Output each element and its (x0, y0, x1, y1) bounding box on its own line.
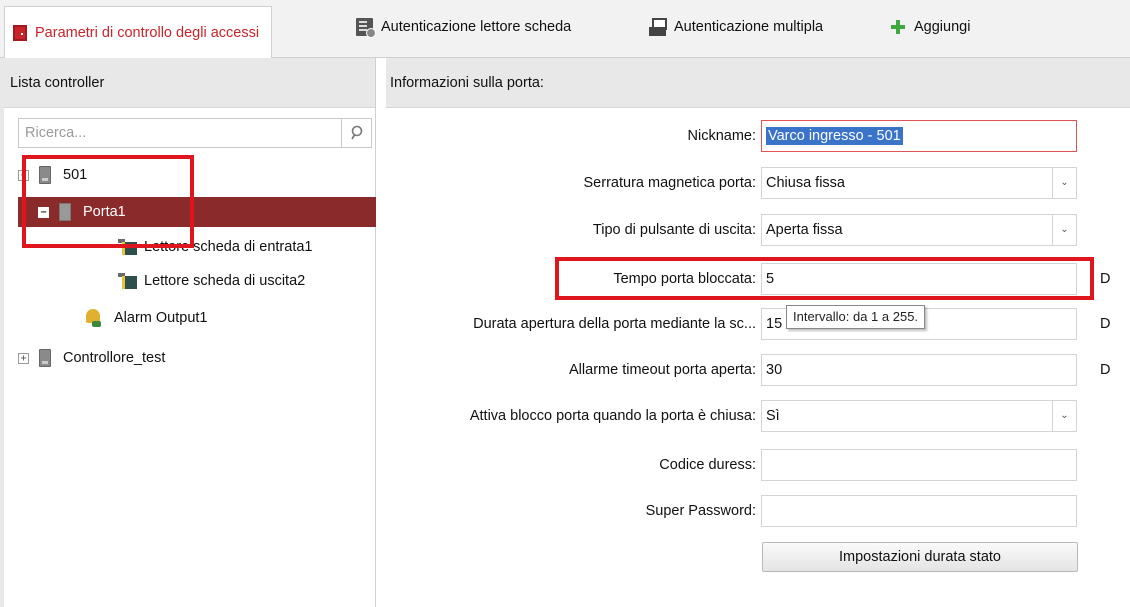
lock-on-close-row: Attiva blocco porta quando la porta è ch… (386, 400, 1130, 432)
expand-icon[interactable]: + (18, 352, 29, 364)
field-value: Varco ingresso - 501 (766, 127, 903, 145)
tab-label: Autenticazione multipla (674, 19, 824, 35)
open-timeout-alarm-field[interactable]: 30 (761, 354, 1077, 386)
tree-node-501[interactable]: − 501 (18, 160, 376, 190)
exit-button-type-row: Tipo di pulsante di uscita: Aperta fissa… (386, 214, 1130, 246)
lock-on-close-select[interactable]: Sì ⌄ (761, 400, 1077, 432)
collapse-icon[interactable]: − (38, 206, 49, 218)
controller-icon (39, 166, 51, 184)
nickname-field[interactable]: Varco ingresso - 501 (761, 120, 1077, 152)
tree-node-label: Lettore scheda di uscita2 (144, 273, 306, 289)
tab-label: Autenticazione lettore scheda (381, 19, 572, 35)
door-locked-time-field[interactable]: 5 (761, 263, 1077, 295)
open-timeout-alarm-row: Allarme timeout porta aperta: 30 D (386, 354, 1130, 386)
super-password-field[interactable] (761, 495, 1077, 527)
chevron-down-icon[interactable]: ⌄ (1052, 401, 1076, 431)
unit-label: D (1100, 271, 1111, 287)
exit-button-type-select[interactable]: Aperta fissa ⌄ (761, 214, 1077, 246)
super-password-row: Super Password: (386, 495, 1130, 527)
field-label: Durata apertura della porta mediante la … (473, 316, 756, 332)
tree-node-label: 501 (63, 167, 88, 183)
magnetic-lock-select[interactable]: Chiusa fissa ⌄ (761, 167, 1077, 199)
duress-code-row: Codice duress: (386, 449, 1130, 481)
field-value: 5 (766, 271, 775, 287)
card-reader-icon (356, 18, 376, 38)
field-label: Codice duress: (659, 457, 756, 473)
alarm-output-icon (84, 309, 102, 327)
tab-multi-auth[interactable]: Autenticazione multipla (649, 12, 823, 42)
controller-list-panel: Lista controller − 501 − Porta1 Lettore … (4, 58, 376, 607)
tree-node-label: Porta1 (83, 204, 126, 220)
tab-label: Parametri di controllo degli accessi (35, 24, 260, 41)
search-box (18, 118, 372, 148)
card-reader-icon (118, 273, 137, 289)
unit-label: D (1100, 362, 1111, 378)
tab-access-control-params[interactable]: Parametri di controllo degli accessi (4, 6, 273, 58)
multi-auth-icon (649, 18, 667, 36)
door-icon (13, 24, 27, 41)
search-input[interactable] (19, 119, 341, 147)
field-label: Tempo porta bloccata: (613, 271, 756, 287)
field-value: 30 (766, 362, 783, 378)
controller-icon (39, 349, 51, 367)
plus-icon (890, 19, 906, 35)
magnetic-lock-row: Serratura magnetica porta: Chiusa fissa … (386, 167, 1130, 199)
field-label: Tipo di pulsante di uscita: (592, 222, 756, 238)
field-label: Attiva blocco porta quando la porta è ch… (469, 408, 756, 424)
door-locked-time-row: Tempo porta bloccata: 5 D (386, 263, 1130, 295)
tree-node-controllore-test[interactable]: + Controllore_test (18, 343, 165, 373)
field-label: Super Password: (645, 503, 756, 519)
chevron-down-icon[interactable]: ⌄ (1052, 215, 1076, 245)
tab-card-reader-auth[interactable]: Autenticazione lettore scheda (356, 12, 571, 42)
status-duration-settings-button[interactable]: Impostazioni durata stato (762, 542, 1078, 572)
tree-node-exit-reader[interactable]: Lettore scheda di uscita2 (118, 266, 305, 296)
tree-node-label: Controllore_test (63, 350, 166, 366)
tab-label: Aggiungi (914, 19, 971, 35)
unit-label: D (1100, 316, 1111, 332)
door-info-panel: Informazioni sulla porta: Nickname: Varc… (386, 58, 1130, 607)
range-tooltip: Intervallo: da 1 a 255. (786, 305, 926, 329)
chevron-down-icon[interactable]: ⌄ (1052, 168, 1076, 198)
tree-node-label: Lettore scheda di entrata1 (144, 239, 313, 255)
card-reader-icon (118, 239, 137, 255)
search-icon[interactable] (341, 119, 371, 147)
field-value: Sì (766, 408, 780, 424)
field-label: Serratura magnetica porta: (583, 175, 756, 191)
collapse-icon[interactable]: − (18, 169, 29, 181)
tree-node-alarm-output[interactable]: Alarm Output1 (84, 303, 208, 333)
panel-title: Informazioni sulla porta: (386, 58, 1130, 108)
tree-node-label: Alarm Output1 (114, 310, 208, 326)
door-icon (59, 203, 71, 221)
tab-bar: Parametri di controllo degli accessi Aut… (0, 0, 1130, 58)
tree-node-porta1[interactable]: − Porta1 (18, 197, 376, 227)
tab-add[interactable]: Aggiungi (890, 12, 970, 42)
panel-title: Lista controller (4, 58, 375, 108)
field-value: Aperta fissa (766, 222, 843, 238)
field-value: Chiusa fissa (766, 175, 845, 191)
field-label: Nickname: (687, 128, 757, 144)
tree-node-entry-reader[interactable]: Lettore scheda di entrata1 (118, 232, 312, 262)
extended-open-duration-row: Durata apertura della porta mediante la … (386, 308, 1130, 340)
field-label: Allarme timeout porta aperta: (569, 362, 756, 378)
field-value: 15 (766, 316, 783, 332)
duress-code-field[interactable] (761, 449, 1077, 481)
nickname-row: Nickname: Varco ingresso - 501 (386, 120, 1130, 152)
